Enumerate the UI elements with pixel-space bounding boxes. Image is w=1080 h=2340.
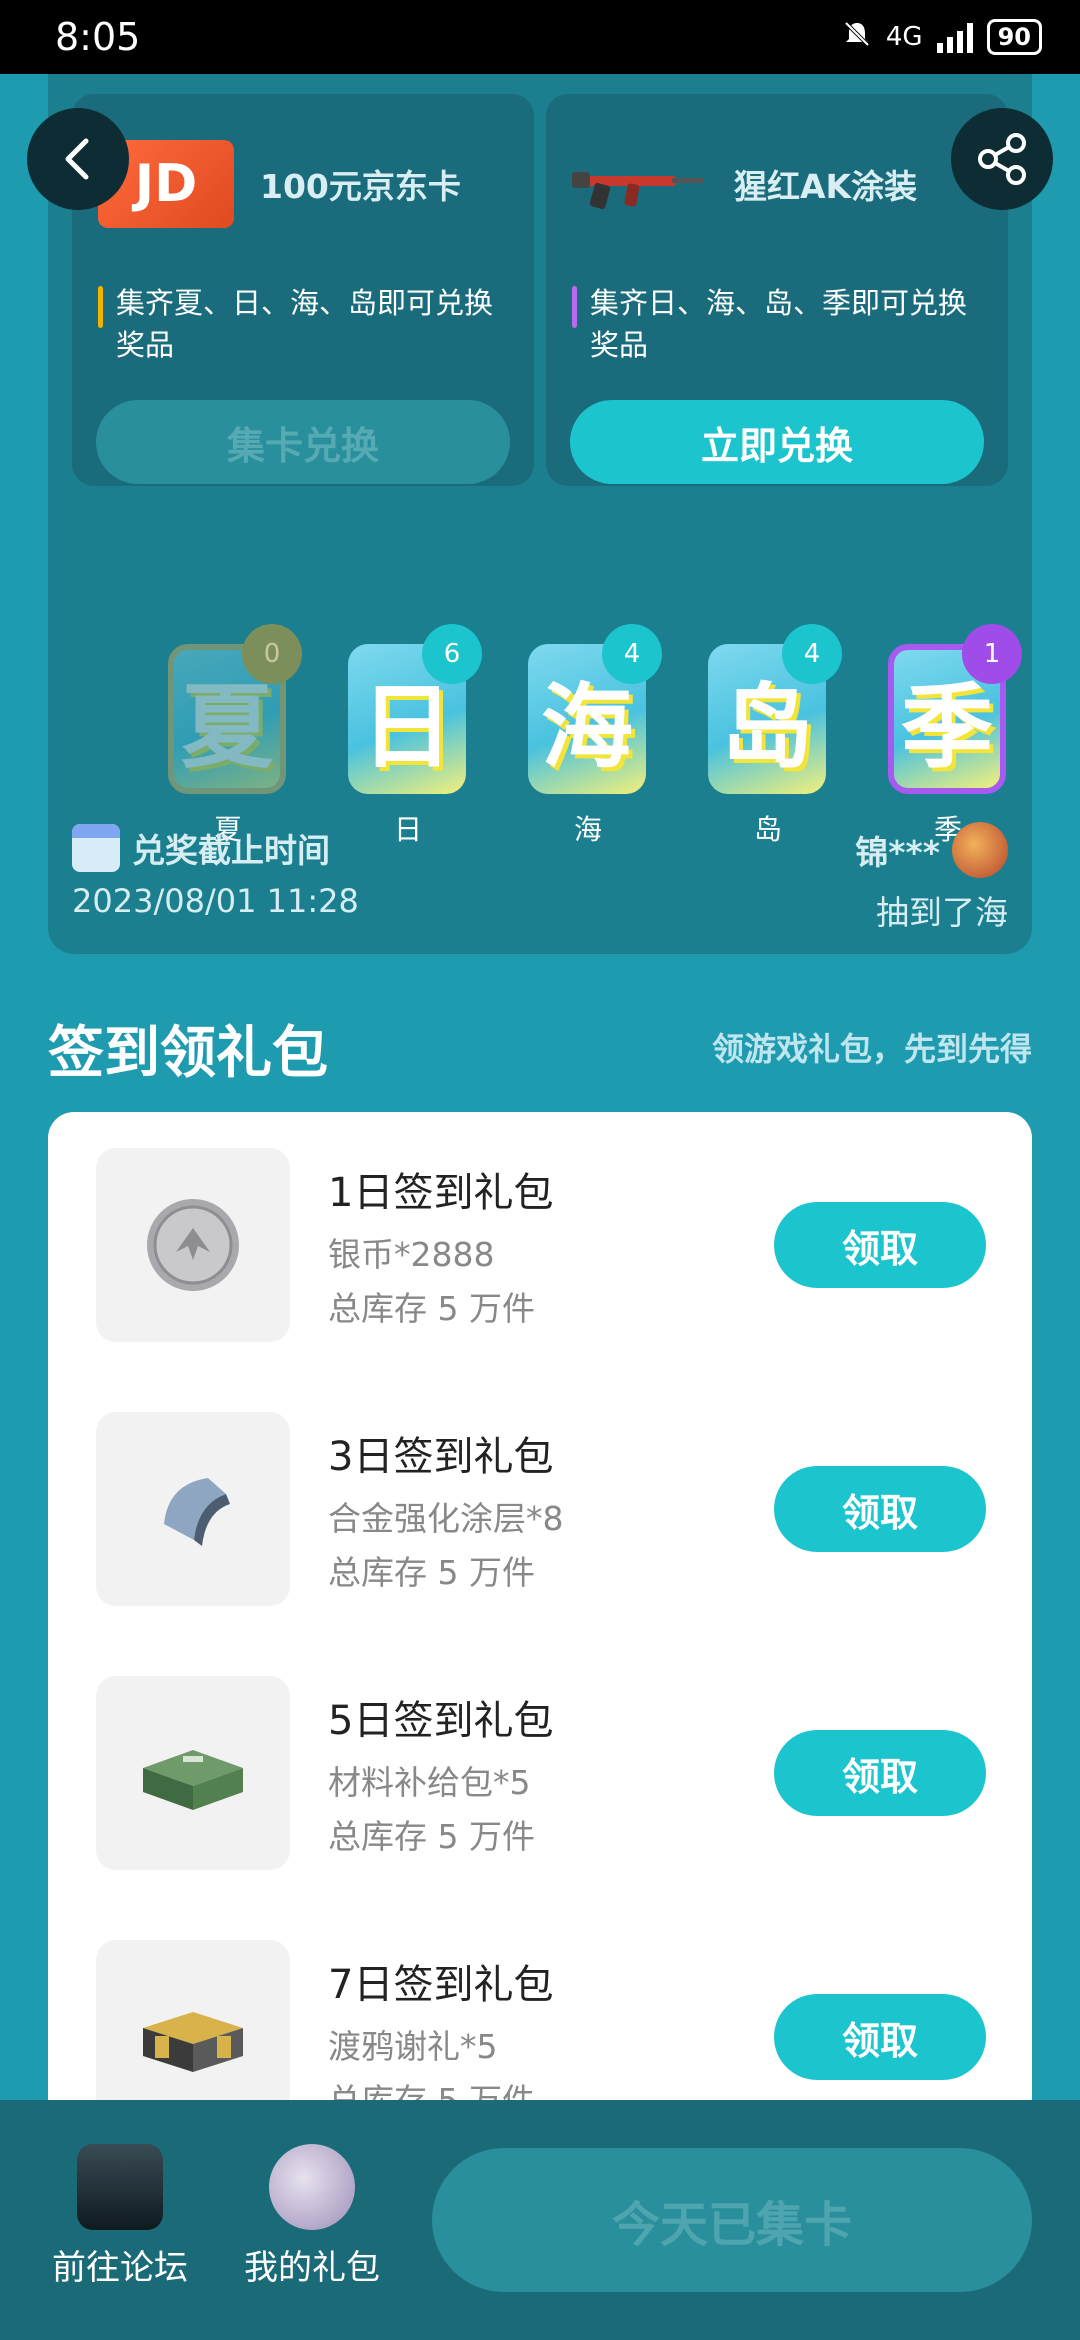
card-label: 日 bbox=[393, 813, 422, 846]
prize-name: 猩红AK涂装 bbox=[734, 167, 918, 206]
card-count-badge: 1 bbox=[962, 624, 1022, 684]
claim-button[interactable]: 领取 bbox=[774, 1202, 986, 1288]
gift-box-icon bbox=[269, 2144, 355, 2230]
gift-item: 材料补给包*5 bbox=[328, 1763, 531, 1802]
claim-button[interactable]: 领取 bbox=[774, 1466, 986, 1552]
collected-today-button[interactable]: 今天已集卡 bbox=[432, 2148, 1032, 2292]
collect-panel: JD 100元京东卡 集齐夏、日、海、岛即可兑换奖品 集卡兑换 猩红AK涂装 集… bbox=[48, 74, 1032, 954]
prize-description: 集齐日、海、岛、季即可兑换奖品 bbox=[572, 282, 982, 366]
bottom-bar: 前往论坛 我的礼包 今天已集卡 bbox=[0, 2100, 1080, 2340]
gift-list: 1日签到礼包 银币*2888 总库存 5 万件 领取 3日签到礼包 合金强化涂层… bbox=[48, 1112, 1032, 2112]
gift-name: 7日签到礼包 bbox=[328, 1962, 554, 2008]
winner-result: 抽到了海 bbox=[876, 893, 1008, 932]
alloy-coating-image bbox=[96, 1412, 290, 1606]
back-button[interactable] bbox=[27, 108, 129, 210]
ak-skin-image bbox=[572, 140, 708, 228]
prize-name: 100元京东卡 bbox=[260, 167, 461, 206]
list-item: 5日签到礼包 材料补给包*5 总库存 5 万件 领取 bbox=[96, 1676, 986, 1870]
prize-card-ak: 猩红AK涂装 集齐日、海、岛、季即可兑换奖品 立即兑换 bbox=[546, 94, 1008, 486]
gift-stock: 总库存 5 万件 bbox=[328, 1289, 535, 1328]
forum-link[interactable]: 前往论坛 bbox=[40, 2144, 200, 2289]
claim-button[interactable]: 领取 bbox=[774, 1994, 986, 2080]
card-hai[interactable]: 海 4 海 bbox=[528, 624, 662, 848]
status-bar: 8:05 4G 90 bbox=[0, 0, 1080, 74]
card-ri[interactable]: 日 6 日 bbox=[348, 624, 482, 848]
back-icon bbox=[65, 138, 89, 180]
avatar bbox=[952, 822, 1008, 878]
supply-box-image bbox=[96, 1676, 290, 1870]
card-collection: 夏 0 夏 日 6 日 海 4 海 岛 4 岛 季 1 季 bbox=[118, 574, 1038, 854]
list-item: 7日签到礼包 渡鸦谢礼*5 总库存 5 万件 领取 bbox=[96, 1940, 986, 2112]
section-subtitle: 领游戏礼包，先到先得 bbox=[711, 1030, 1032, 1068]
forum-label: 前往论坛 bbox=[52, 2248, 188, 2288]
gift-item: 银币*2888 bbox=[328, 1235, 495, 1274]
claim-button[interactable]: 领取 bbox=[774, 1730, 986, 1816]
list-item: 1日签到礼包 银币*2888 总库存 5 万件 领取 bbox=[96, 1148, 986, 1342]
status-time: 8:05 bbox=[55, 15, 141, 59]
forum-app-icon bbox=[77, 2144, 163, 2230]
gift-name: 3日签到礼包 bbox=[328, 1434, 554, 1480]
network-label: 4G bbox=[885, 22, 923, 52]
deadline-time: 2023/08/01 11:28 bbox=[72, 882, 359, 920]
prize-card-jd: JD 100元京东卡 集齐夏、日、海、岛即可兑换奖品 集卡兑换 bbox=[72, 94, 534, 486]
card-label: 海 bbox=[573, 813, 602, 846]
calendar-icon bbox=[72, 824, 120, 872]
winner-name: 锦*** bbox=[855, 833, 940, 872]
signal-icon bbox=[936, 21, 973, 53]
gift-name: 1日签到礼包 bbox=[328, 1170, 554, 1216]
gift-item: 合金强化涂层*8 bbox=[328, 1499, 564, 1538]
my-gifts-link[interactable]: 我的礼包 bbox=[232, 2144, 392, 2289]
card-ji[interactable]: 季 1 季 bbox=[888, 624, 1022, 848]
silver-coin-image bbox=[96, 1148, 290, 1342]
mute-icon bbox=[842, 19, 872, 56]
my-gifts-label: 我的礼包 bbox=[244, 2248, 380, 2288]
share-button[interactable] bbox=[951, 108, 1053, 210]
battery-icon: 90 bbox=[986, 19, 1042, 55]
card-dao[interactable]: 岛 4 岛 bbox=[708, 624, 842, 848]
gift-stock: 总库存 5 万件 bbox=[328, 1817, 535, 1856]
prize-description: 集齐夏、日、海、岛即可兑换奖品 bbox=[98, 282, 508, 366]
share-icon bbox=[978, 133, 1026, 185]
collect-exchange-button[interactable]: 集卡兑换 bbox=[96, 400, 510, 484]
card-count-badge: 4 bbox=[782, 624, 842, 684]
winner-ticker: 锦*** 抽到了海 bbox=[855, 822, 1008, 934]
card-count-badge: 4 bbox=[602, 624, 662, 684]
deadline-title: 兑奖截止时间 bbox=[132, 831, 330, 870]
card-label: 岛 bbox=[753, 813, 782, 846]
status-icons: 4G 90 bbox=[842, 19, 1042, 56]
redeem-deadline: 兑奖截止时间 2023/08/01 11:28 bbox=[72, 824, 359, 920]
raven-gift-image bbox=[96, 1940, 290, 2112]
list-item: 3日签到礼包 合金强化涂层*8 总库存 5 万件 领取 bbox=[96, 1412, 986, 1606]
redeem-now-button[interactable]: 立即兑换 bbox=[570, 400, 984, 484]
card-count-badge: 0 bbox=[242, 624, 302, 684]
card-count-badge: 6 bbox=[422, 624, 482, 684]
gift-item: 渡鸦谢礼*5 bbox=[328, 2027, 498, 2066]
gift-name: 5日签到礼包 bbox=[328, 1698, 554, 1744]
gift-stock: 总库存 5 万件 bbox=[328, 1553, 535, 1592]
section-title: 签到领礼包 bbox=[48, 1021, 328, 1086]
card-xia[interactable]: 夏 0 夏 bbox=[168, 624, 302, 848]
